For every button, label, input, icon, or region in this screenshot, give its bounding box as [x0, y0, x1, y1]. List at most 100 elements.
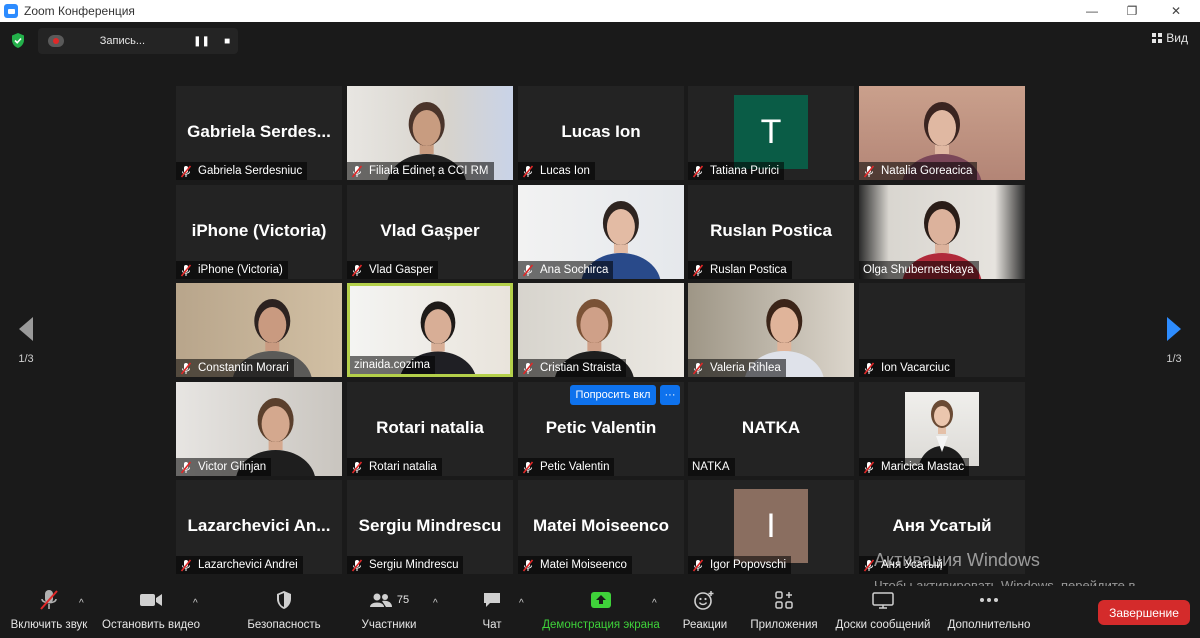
- next-page-nav[interactable]: 1/3: [1154, 316, 1194, 365]
- participant-tile[interactable]: iPhone (Victoria) iPhone (Victoria): [176, 185, 342, 279]
- muted-microphone-icon: [692, 361, 704, 375]
- participant-name-label: Petic Valentin: [518, 458, 615, 476]
- participant-tile[interactable]: Cristian Straista: [518, 283, 684, 377]
- share-screen-button[interactable]: Демонстрация экрана: [540, 586, 662, 638]
- participant-tile[interactable]: Ruslan Postica Ruslan Postica: [688, 185, 854, 279]
- view-button[interactable]: Вид: [1152, 31, 1188, 45]
- participant-name: Filiala Edineț a CCI RM: [369, 165, 489, 177]
- participant-display-name: iPhone (Victoria): [191, 221, 327, 240]
- participants-button[interactable]: 75 Участники: [352, 586, 426, 638]
- participant-avatar: T: [734, 95, 808, 169]
- muted-microphone-icon: [180, 263, 192, 277]
- muted-microphone-icon: [351, 460, 363, 474]
- muted-microphone-icon: [180, 164, 192, 178]
- participant-tile[interactable]: Ana Sochirca: [518, 185, 684, 279]
- participant-tile[interactable]: Constantin Morari: [176, 283, 342, 377]
- muted-microphone-icon: [40, 590, 58, 610]
- participant-name: Olga Shubernetskaya: [863, 264, 974, 276]
- muted-microphone-icon: [522, 164, 534, 178]
- security-button[interactable]: Безопасность: [244, 586, 324, 638]
- participant-name-label: Cristian Straista: [518, 359, 627, 377]
- participant-name: NATKA: [692, 461, 730, 473]
- participant-tile[interactable]: Ion Vacarciuc: [859, 283, 1025, 377]
- participant-name: Cristian Straista: [540, 362, 622, 374]
- participant-tile[interactable]: I Igor Popovschi: [688, 480, 854, 574]
- stop-video-button[interactable]: Остановить видео: [100, 586, 202, 638]
- participants-icon: [369, 593, 392, 607]
- participant-name: Rotari natalia: [369, 461, 437, 473]
- participant-tile[interactable]: T Tatiana Purici: [688, 86, 854, 180]
- muted-microphone-icon: [180, 361, 192, 375]
- minimize-button[interactable]: —: [1072, 0, 1112, 22]
- participant-more-button[interactable]: ···: [660, 385, 680, 405]
- participant-name: Victor Glinjan: [198, 461, 267, 473]
- participant-tile[interactable]: Vlad Gașper Vlad Gasper: [347, 185, 513, 279]
- participant-name: zinaida.cozima: [354, 359, 431, 371]
- whiteboard-icon: [872, 592, 894, 609]
- participant-tile[interactable]: Lazarchevici An... Lazarchevici Andrei: [176, 480, 342, 574]
- participant-tile[interactable]: Rotari natalia Rotari natalia: [347, 382, 513, 476]
- participant-name-label: iPhone (Victoria): [176, 261, 288, 279]
- participant-name: Petic Valentin: [540, 461, 610, 473]
- previous-page-nav[interactable]: 1/3: [6, 316, 46, 365]
- whiteboards-button[interactable]: Доски сообщений: [832, 586, 934, 638]
- participant-tile[interactable]: Gabriela Serdes... Gabriela Serdesniuc: [176, 86, 342, 180]
- participant-name: Gabriela Serdesniuc: [198, 165, 303, 177]
- participant-display-name: Petic Valentin: [545, 418, 657, 437]
- participant-tile[interactable]: Olga Shubernetskaya: [859, 185, 1025, 279]
- chat-button[interactable]: Чат: [470, 586, 514, 638]
- participant-name-label: Gabriela Serdesniuc: [176, 162, 308, 180]
- participant-name: Igor Popovschi: [710, 559, 787, 571]
- participant-tile[interactable]: Filiala Edineț a CCI RM: [347, 86, 513, 180]
- close-button[interactable]: ✕: [1156, 0, 1196, 22]
- participant-name: Lucas Ion: [540, 165, 590, 177]
- participant-tile[interactable]: Matei Moiseenco Matei Moiseenco: [518, 480, 684, 574]
- participant-tile[interactable]: Sergiu Mindrescu Sergiu Mindrescu: [347, 480, 513, 574]
- apps-button[interactable]: Приложения: [746, 586, 822, 638]
- view-label: Вид: [1166, 31, 1188, 45]
- muted-microphone-icon: [522, 460, 534, 474]
- muted-microphone-icon: [180, 460, 192, 474]
- participant-tile[interactable]: Natalia Goreacica: [859, 86, 1025, 180]
- participant-tile[interactable]: NATKA NATKA: [688, 382, 854, 476]
- apps-icon: [775, 591, 793, 609]
- participants-count: 75: [396, 594, 410, 606]
- chevron-right-icon[interactable]: [1165, 316, 1183, 342]
- participant-name: Natalia Goreacica: [881, 165, 973, 177]
- more-button[interactable]: Дополнительно: [944, 586, 1034, 638]
- meeting-toolbar: Включить звук ^ Остановить видео ^ Безоп…: [0, 586, 1200, 638]
- participant-name-label: Victor Glinjan: [176, 458, 272, 476]
- chat-bubble-icon: [484, 593, 500, 607]
- muted-microphone-icon: [180, 558, 192, 572]
- video-options-caret[interactable]: ^: [193, 598, 198, 609]
- participant-tile[interactable]: Victor Glinjan: [176, 382, 342, 476]
- share-options-caret[interactable]: ^: [652, 598, 657, 609]
- cloud-record-icon: [48, 35, 64, 47]
- reactions-button[interactable]: Реакции: [678, 586, 732, 638]
- participant-tile[interactable]: Lucas Ion Lucas Ion: [518, 86, 684, 180]
- muted-microphone-icon: [863, 361, 875, 375]
- request-unmute-button[interactable]: Попросить вкл: [570, 385, 656, 405]
- meeting-top-bar: Запись... ❚❚ ■ Вид: [0, 22, 1200, 60]
- participant-gallery: Gabriela Serdes... Gabriela Serdesniuc Fil…: [176, 86, 1026, 576]
- chevron-left-icon[interactable]: [17, 316, 35, 342]
- chat-options-caret[interactable]: ^: [519, 598, 524, 609]
- unmute-button[interactable]: Включить звук: [8, 586, 90, 638]
- maximize-button[interactable]: ❐: [1112, 0, 1152, 22]
- more-dots-icon: [980, 598, 998, 602]
- recording-label: Запись...: [99, 35, 146, 47]
- participant-tile[interactable]: Valeria Rihlea: [688, 283, 854, 377]
- end-meeting-button[interactable]: Завершение: [1098, 600, 1190, 625]
- participant-tile[interactable]: Maricica Mastac: [859, 382, 1025, 476]
- participant-name-label: Ana Sochirca: [518, 261, 614, 279]
- security-shield-icon[interactable]: [10, 32, 26, 49]
- stop-recording-button[interactable]: ■: [216, 30, 238, 52]
- audio-options-caret[interactable]: ^: [79, 598, 84, 609]
- muted-microphone-icon: [522, 361, 534, 375]
- participants-options-caret[interactable]: ^: [433, 598, 438, 609]
- pause-recording-button[interactable]: ❚❚: [191, 30, 213, 52]
- muted-microphone-icon: [692, 164, 704, 178]
- participant-tile[interactable]: zinaida.cozima: [347, 283, 513, 377]
- participant-name-label: Constantin Morari: [176, 359, 294, 377]
- participant-display-name: Lucas Ion: [561, 122, 641, 141]
